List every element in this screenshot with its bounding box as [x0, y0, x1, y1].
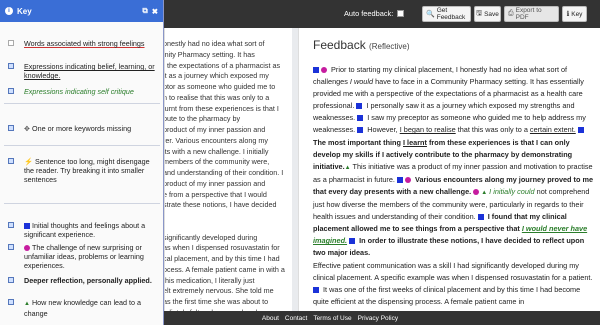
reflection-line: and understanding of their condition. I [164, 168, 284, 177]
reflection-line: rer. Various encounters along my [164, 135, 268, 145]
save-icon: 🖫 [476, 9, 483, 17]
move-icon: ✥ [24, 124, 31, 133]
blue-square-icon [357, 115, 364, 122]
reflection-line: strate these notions, I have decided [164, 200, 277, 210]
reflection-line: as when I dispensed rosuvastatin for [164, 243, 280, 253]
reflection-line: e from a perspective that I would [164, 189, 267, 199]
key-checkbox[interactable] [8, 158, 14, 164]
key-checkbox[interactable] [8, 222, 14, 228]
reflection-line: f the expectations of a pharmacist as [164, 60, 281, 70]
blue-square-icon [313, 67, 319, 73]
reflection-line: members of the community were, [164, 157, 270, 167]
magenta-dot-icon [321, 67, 327, 73]
export-pdf-button[interactable]: ⎙ Export to PDF [504, 6, 559, 22]
key-title: Key [17, 6, 32, 16]
reflection-line: bute to the pharmacy by [164, 114, 241, 124]
key-checkbox[interactable] [8, 299, 14, 305]
footer-link-privacy[interactable]: Privacy Policy [358, 315, 398, 322]
magenta-dot-icon [404, 176, 411, 183]
feedback-title: Feedback (Reflective) [313, 38, 410, 52]
key-checkbox[interactable] [8, 277, 14, 283]
divider [4, 103, 160, 104]
divider [4, 145, 160, 146]
triangle-icon: ▲ [344, 164, 351, 171]
auto-feedback-toggle[interactable]: Auto feedback: [344, 9, 405, 18]
footer-link-terms[interactable]: Terms of Use [313, 315, 351, 322]
search-icon: 🔍 [426, 11, 435, 18]
reflection-line: inity Pharmacy setting. It has [164, 49, 255, 59]
key-header: i Key ⧉ ✖ [0, 0, 163, 22]
reflection-line: ptor as someone who guided me to [164, 82, 276, 91]
info-icon: ℹ [566, 11, 570, 18]
triangle-icon: ▲ [24, 301, 30, 307]
popout-icon[interactable]: ⧉ [142, 6, 147, 16]
key-checkbox[interactable] [8, 63, 14, 69]
reflection-text-pane[interactable]: onestly had no idea what sort of inity Ph… [164, 28, 292, 311]
blue-square-icon [577, 127, 584, 134]
auto-feedback-label: Auto feedback: [344, 9, 394, 18]
key-checkbox[interactable] [8, 125, 14, 131]
key-button[interactable]: ℹ Key [562, 6, 587, 22]
blue-square-icon [349, 238, 356, 245]
footer-link-about[interactable]: About [262, 315, 279, 322]
reflection-line: product of my inner passion and [164, 125, 266, 134]
blue-square-icon [477, 214, 484, 221]
key-panel: i Key ⧉ ✖ Words associated with strong f… [0, 0, 164, 325]
blue-square-icon [396, 176, 403, 183]
blue-square-icon [356, 103, 363, 110]
reflection-line: cal placement, and by this time I had [164, 254, 280, 263]
reflection-line: ocess. A female patient came in with a [164, 264, 285, 274]
reflection-line: lurnt from these experiences is that I [164, 103, 279, 113]
reflection-line: onestly had no idea what sort of [164, 39, 265, 48]
feedback-text: Prior to starting my clinical placement,… [313, 65, 594, 306]
auto-feedback-checkbox[interactable] [397, 10, 405, 17]
feedback-pane: Feedback (Reflective) Prior to starting … [298, 28, 600, 311]
reflection-line: this medication, I literally just [164, 275, 255, 285]
reflection-line: significantly developed during [164, 232, 258, 242]
lightning-icon: ⚡ [24, 157, 33, 166]
get-feedback-button[interactable]: 🔍 Get Feedback [422, 6, 471, 22]
reflection-line: n to realise that this was only to a [164, 92, 270, 102]
reflection-line: product of my inner passion and [164, 178, 266, 188]
triangle-icon: ▲ [481, 189, 488, 196]
key-checkbox[interactable] [8, 40, 14, 46]
magenta-dot-icon [473, 188, 480, 195]
reflection-line: elt extremely nervous. She told me [164, 286, 274, 296]
reflection-line: as the first time she was about to [164, 297, 269, 306]
save-button[interactable]: 🖫 Save [474, 6, 501, 22]
blue-square-icon [24, 223, 30, 229]
blue-square-icon [357, 127, 364, 134]
info-icon: i [5, 7, 13, 15]
reflection-line: it as a journey which exposed my [164, 71, 269, 81]
reflection-line: its with a new challenge. I initially [164, 146, 269, 156]
export-icon: ⎙ [508, 10, 514, 17]
key-checkbox[interactable] [8, 88, 14, 94]
magenta-dot-icon [24, 245, 30, 251]
divider [4, 203, 160, 204]
blue-square-icon [313, 286, 319, 293]
key-checkbox[interactable] [8, 244, 14, 250]
footer-link-contact[interactable]: Contact [285, 315, 307, 322]
close-icon[interactable]: ✖ [152, 7, 158, 16]
